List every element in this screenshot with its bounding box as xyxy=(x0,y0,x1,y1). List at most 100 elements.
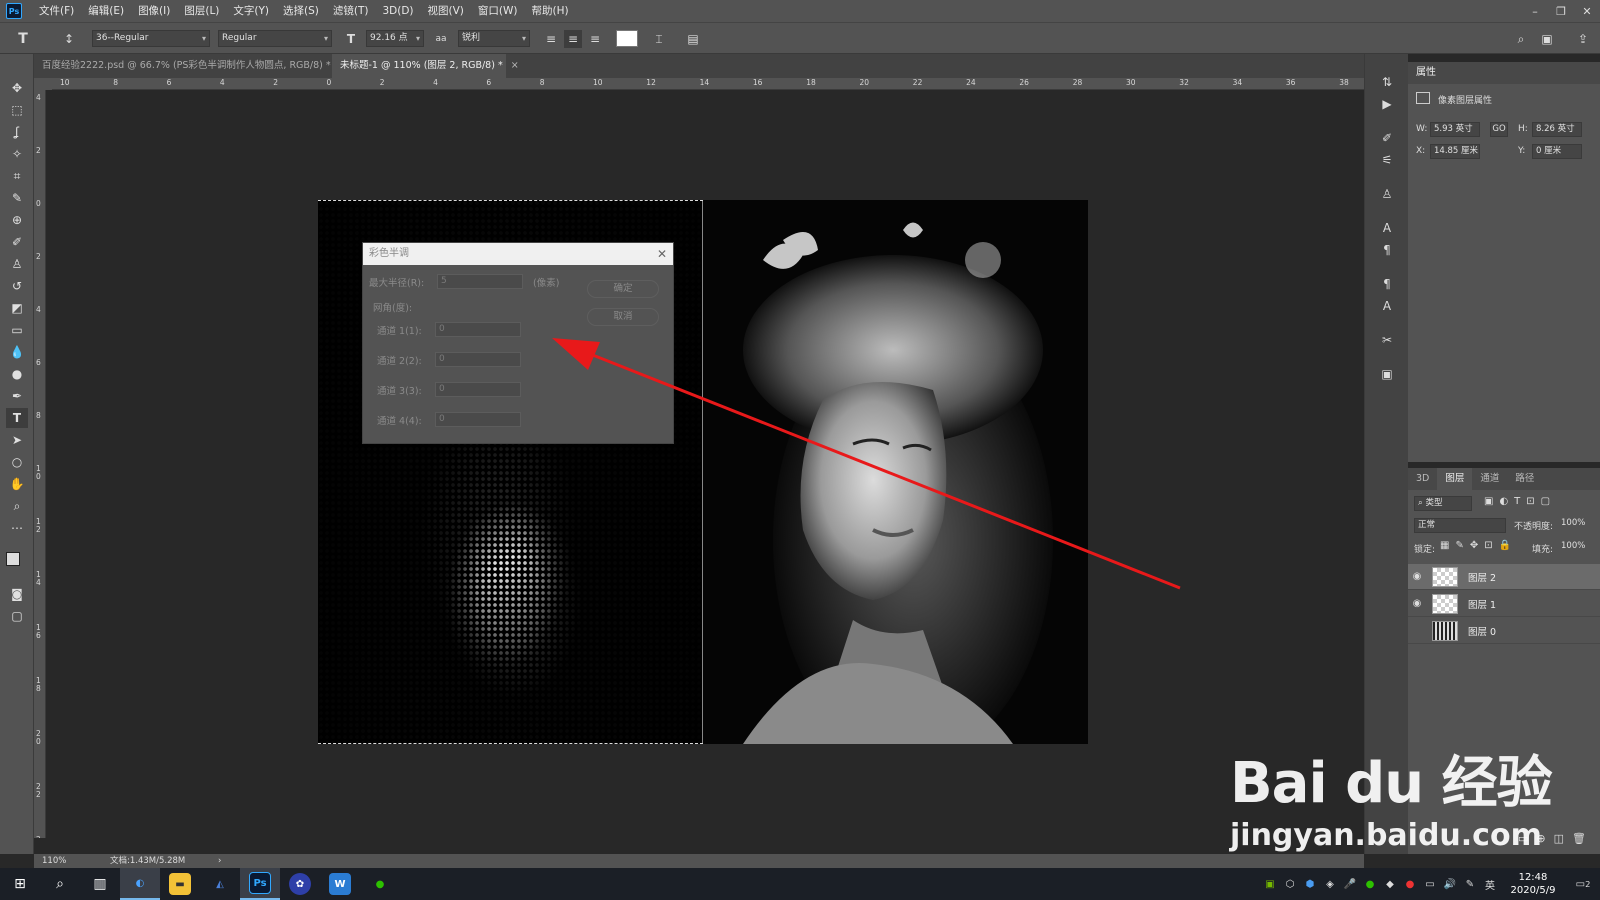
notification-icon[interactable]: ▭ 2 xyxy=(1568,876,1598,892)
gradient-tool-icon[interactable]: ▭ xyxy=(6,320,28,340)
layer-row[interactable]: ◉ 图层 2 xyxy=(1408,564,1600,590)
menu-help[interactable]: 帮助(H) xyxy=(525,0,576,22)
word-icon[interactable]: W xyxy=(320,868,360,900)
blur-tool-icon[interactable]: 💧 xyxy=(6,342,28,362)
menu-image[interactable]: 图像(I) xyxy=(131,0,177,22)
width-input[interactable]: 5.93 英寸 xyxy=(1430,122,1480,137)
lasso-tool-icon[interactable]: ʆ xyxy=(6,122,28,142)
font-size-select[interactable]: 92.16 点 ▾ xyxy=(366,30,424,47)
character-panel-icon[interactable]: ▤ xyxy=(684,30,702,48)
text-color-swatch[interactable] xyxy=(616,30,638,47)
security-icon[interactable]: ⬢ xyxy=(1302,876,1318,892)
mic-icon[interactable]: 🎤 xyxy=(1342,876,1358,892)
eraser-tool-icon[interactable]: ◩ xyxy=(6,298,28,318)
horizontal-ruler[interactable]: 10 8 6 4 2 0 2 4 6 8 10 12 14 16 18 20 22 24 26 28 30 32 34 36 3… xyxy=(52,78,1364,90)
history-brush-icon[interactable]: ↺ xyxy=(6,276,28,296)
layer-row[interactable]: ◉ 图层 1 xyxy=(1408,591,1600,617)
menu-window[interactable]: 窗口(W) xyxy=(471,0,525,22)
layer-filter-select[interactable]: ⌕ 类型 xyxy=(1414,496,1472,511)
channel-4-input[interactable]: 0 xyxy=(435,412,521,427)
menu-view[interactable]: 视图(V) xyxy=(421,0,471,22)
dialog-titlebar[interactable]: 彩色半调 ✕ xyxy=(363,243,673,265)
adjustments-icon[interactable]: ⚟ xyxy=(1377,150,1397,170)
align-left-icon[interactable]: ≡ xyxy=(542,30,560,48)
search-icon[interactable]: ⌕ xyxy=(40,868,80,900)
paragraph-styles-icon[interactable]: ¶ xyxy=(1377,274,1397,294)
tool-presets-icon[interactable]: ✂ xyxy=(1377,330,1397,350)
clock[interactable]: 12:48 2020/5/9 xyxy=(1500,871,1566,897)
wechat-tray-icon[interactable]: ● xyxy=(1362,876,1378,892)
text-orientation-icon[interactable]: ↕ xyxy=(60,30,78,48)
max-radius-input[interactable]: 5 xyxy=(437,274,523,289)
photoshop-taskbar-icon[interactable]: Ps xyxy=(240,868,280,900)
menu-file[interactable]: 文件(F) xyxy=(32,0,81,22)
paragraph-panel-icon[interactable]: ¶ xyxy=(1377,240,1397,260)
cancel-button[interactable]: 取消 xyxy=(587,308,659,326)
menu-layer[interactable]: 图层(L) xyxy=(177,0,226,22)
vertical-ruler[interactable]: 4 2 0 2 4 6 8 1 0 1 2 1 4 1 6 1 8 2 0 2 2 2 4 xyxy=(34,90,46,838)
app-tray-icon[interactable]: ⬡ xyxy=(1282,876,1298,892)
clone-source-icon[interactable]: ♙ xyxy=(1377,184,1397,204)
crop-tool-icon[interactable]: ⌗ xyxy=(6,166,28,186)
start-button-icon[interactable]: ⊞ xyxy=(0,868,40,900)
libraries-icon[interactable]: ▣ xyxy=(1377,364,1397,384)
nvidia-icon[interactable]: ▣ xyxy=(1262,876,1278,892)
close-button[interactable]: ✕ xyxy=(1574,0,1600,22)
healing-tool-icon[interactable]: ⊕ xyxy=(6,210,28,230)
volume-icon[interactable]: 🔊 xyxy=(1442,876,1458,892)
stamp-tool-icon[interactable]: ♙ xyxy=(6,254,28,274)
properties-header[interactable]: 属性 xyxy=(1408,62,1600,84)
brush-tool-icon[interactable]: ✐ xyxy=(6,232,28,252)
blend-mode-select[interactable]: 正常 xyxy=(1414,518,1506,533)
dialog-close-icon[interactable]: ✕ xyxy=(657,243,667,265)
layer-row[interactable]: 图层 0 xyxy=(1408,618,1600,644)
magic-wand-tool-icon[interactable]: ✧ xyxy=(6,144,28,164)
font-family-select[interactable]: 36--Regular ▾ xyxy=(92,30,210,47)
channel-1-input[interactable]: 0 xyxy=(435,322,521,337)
marquee-tool-icon[interactable]: ⬚ xyxy=(6,100,28,120)
ok-button[interactable]: 确定 xyxy=(587,280,659,298)
channel-3-input[interactable]: 0 xyxy=(435,382,521,397)
height-input[interactable]: 8.26 英寸 xyxy=(1532,122,1582,137)
antivirus-icon[interactable]: ● xyxy=(1402,876,1418,892)
warp-text-icon[interactable]: ⌶ xyxy=(650,30,668,48)
baidu-app-icon[interactable]: ✿ xyxy=(280,868,320,900)
move-tool-icon[interactable]: ✥ xyxy=(6,78,28,98)
screen-mode-icon[interactable]: ▢ xyxy=(6,606,28,626)
browser-icon[interactable]: ◐ xyxy=(120,868,160,900)
link-dimensions-icon[interactable]: GO xyxy=(1490,122,1508,137)
menu-3d[interactable]: 3D(D) xyxy=(375,0,420,22)
menu-type[interactable]: 文字(Y) xyxy=(226,0,276,22)
task-view-icon[interactable]: ▥ xyxy=(80,868,120,900)
font-style-select[interactable]: Regular ▾ xyxy=(218,30,332,47)
status-menu-arrow[interactable]: › xyxy=(218,854,221,868)
type-tool-preset-icon[interactable]: T xyxy=(14,30,32,48)
quick-mask-icon[interactable]: ◙ xyxy=(6,584,28,604)
restore-button[interactable]: ❐ xyxy=(1548,0,1574,22)
network-tray-icon[interactable]: ◈ xyxy=(1322,876,1338,892)
eye-icon[interactable]: ◉ xyxy=(1408,571,1426,582)
pen-icon[interactable]: ✎ xyxy=(1462,876,1478,892)
lock-icons[interactable]: ▦✎✥⊡🔒 xyxy=(1440,540,1517,551)
x-input[interactable]: 14.85 厘米 xyxy=(1430,144,1480,159)
path-select-tool-icon[interactable]: ➤ xyxy=(6,430,28,450)
history-panel-icon[interactable]: ⇅ xyxy=(1377,72,1397,92)
y-input[interactable]: 0 厘米 xyxy=(1532,144,1582,159)
actions-panel-icon[interactable]: ▶ xyxy=(1377,94,1397,114)
layer-filter-icons[interactable]: ▣◐T⊡▢ xyxy=(1484,496,1556,507)
tab-3d[interactable]: 3D xyxy=(1408,468,1437,490)
zoom-tool-icon[interactable]: ⌕ xyxy=(6,496,28,516)
tab-layers[interactable]: 图层 xyxy=(1437,468,1473,490)
menu-filter[interactable]: 滤镜(T) xyxy=(326,0,376,22)
hand-tool-icon[interactable]: ✋ xyxy=(6,474,28,494)
type-tool-icon[interactable]: T xyxy=(6,408,28,428)
brush-settings-icon[interactable]: ✐ xyxy=(1377,128,1397,148)
tab-paths[interactable]: 路径 xyxy=(1507,468,1542,490)
fill-input[interactable]: 100% xyxy=(1558,540,1592,555)
search-icon[interactable]: ⌕ xyxy=(1512,30,1530,48)
eye-icon[interactable]: ◉ xyxy=(1408,598,1426,609)
workspace-icon[interactable]: ▣ xyxy=(1538,30,1556,48)
character-panel-icon[interactable]: A xyxy=(1377,218,1397,238)
opacity-input[interactable]: 100% xyxy=(1558,517,1592,532)
menu-edit[interactable]: 编辑(E) xyxy=(81,0,131,22)
